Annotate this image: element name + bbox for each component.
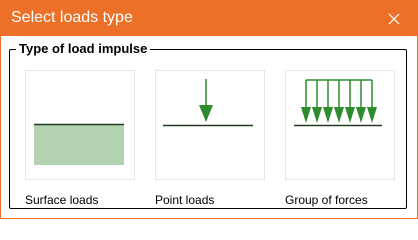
option-preview[interactable] [155, 70, 265, 180]
surface-loads-icon [34, 123, 124, 165]
option-label: Point loads [155, 193, 215, 207]
load-impulse-group: Type of load impulse Surface loads Point… [9, 40, 407, 209]
dialog-title: Select loads type [11, 9, 133, 26]
option-label: Group of forces [285, 193, 368, 207]
point-load-icon [163, 79, 253, 127]
option-label: Surface loads [25, 193, 99, 207]
option-point-loads[interactable]: Point loads [155, 70, 265, 207]
option-preview[interactable] [25, 70, 135, 180]
option-surface-loads[interactable]: Surface loads [25, 70, 135, 207]
option-group-of-forces[interactable]: Group of forces [285, 70, 395, 207]
group-of-forces-icon [294, 79, 382, 127]
option-preview[interactable] [285, 70, 395, 180]
title-bar: Select loads type [1, 1, 417, 36]
close-icon [388, 13, 400, 24]
group-legend: Type of load impulse [16, 40, 151, 58]
close-button[interactable] [371, 1, 417, 36]
select-loads-type-dialog: Select loads type Type of load impulse S… [0, 0, 418, 219]
